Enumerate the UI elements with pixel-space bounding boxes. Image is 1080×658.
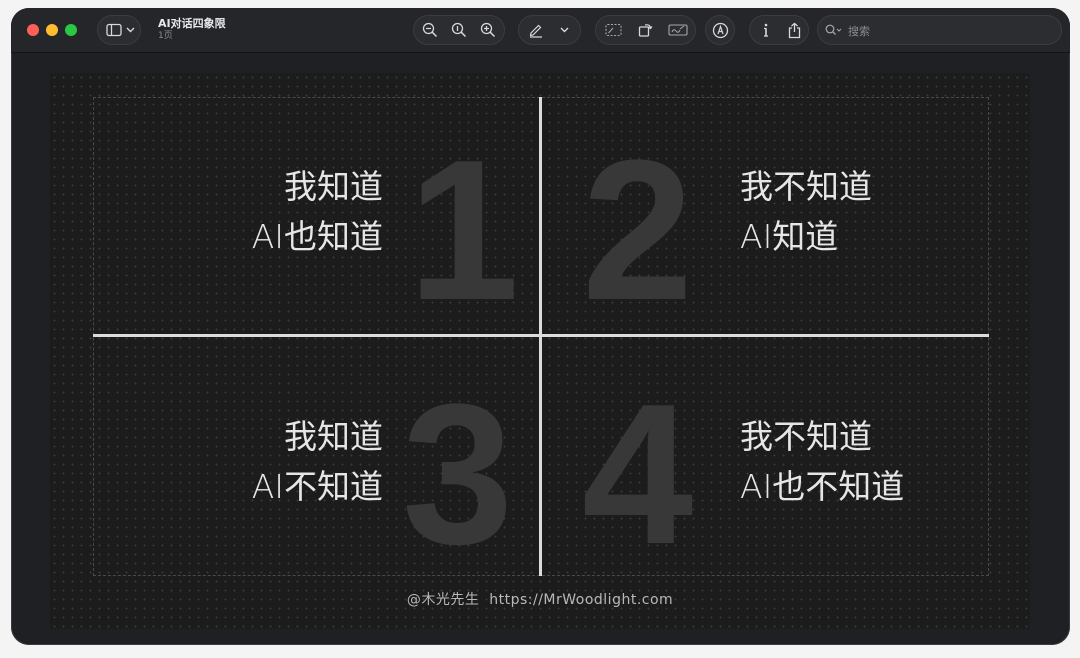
horizontal-axis: [93, 334, 989, 337]
info-icon[interactable]: [756, 16, 776, 44]
zoom-button[interactable]: [65, 24, 77, 36]
edit-controls: [595, 15, 696, 45]
highlight-controls: [518, 15, 581, 45]
zoom-out-icon[interactable]: [420, 16, 440, 44]
quadrant-3-line-2: AI不知道: [251, 467, 383, 506]
chevron-down-icon: [124, 16, 136, 44]
markup-button[interactable]: [705, 15, 735, 45]
rotate-icon[interactable]: [634, 16, 656, 44]
signature-icon[interactable]: [666, 16, 690, 44]
document-page: 1 2 3 4 我知道 AI也知道 我不知道 AI知道 我知道 AI不知道 我不…: [50, 73, 1030, 629]
chevron-down-icon[interactable]: [555, 16, 573, 44]
window-title: AI对话四象限: [158, 17, 226, 30]
actual-size-icon[interactable]: [449, 16, 469, 44]
quadrant-1-line-1: 我知道: [284, 167, 383, 206]
markup-icon: [710, 16, 730, 44]
toolbar: AI对话四象限 1页 搜索: [11, 8, 1070, 53]
rectangle-select-icon[interactable]: [602, 16, 624, 44]
quadrant-3-line-1: 我知道: [284, 417, 383, 456]
quadrant-2-line-2: AI知道: [740, 217, 839, 256]
footer-credit: @木光先生 https://MrWoodlight.com: [406, 592, 674, 608]
quadrant-3-number: 3: [402, 363, 514, 586]
close-button[interactable]: [27, 24, 39, 36]
search-field[interactable]: 搜索: [817, 15, 1062, 45]
quadrant-2-line-1: 我不知道: [740, 167, 872, 206]
info-share-controls: [749, 15, 809, 45]
quadrant-1-line-2: AI也知道: [251, 217, 383, 256]
pen-icon[interactable]: [526, 16, 546, 44]
zoom-controls: [413, 15, 505, 45]
search-placeholder: 搜索: [848, 25, 870, 38]
page-count: 1页: [158, 31, 173, 41]
share-icon[interactable]: [784, 16, 804, 44]
quadrant-2-number: 2: [582, 119, 694, 342]
preview-window: AI对话四象限 1页 搜索 1 2 3 4 我知道 AI也知道 我不知道 AI知…: [11, 8, 1070, 645]
zoom-in-icon[interactable]: [478, 16, 498, 44]
minimize-button[interactable]: [46, 24, 58, 36]
quadrant-4-line-1: 我不知道: [740, 417, 872, 456]
search-icon: [824, 16, 844, 44]
quadrant-1-number: 1: [408, 119, 520, 342]
sidebar-toggle-button[interactable]: [97, 15, 141, 45]
quadrant-4-line-2: AI也不知道: [740, 467, 905, 506]
sidebar-icon: [105, 16, 123, 44]
quadrant-4-number: 4: [582, 363, 694, 586]
